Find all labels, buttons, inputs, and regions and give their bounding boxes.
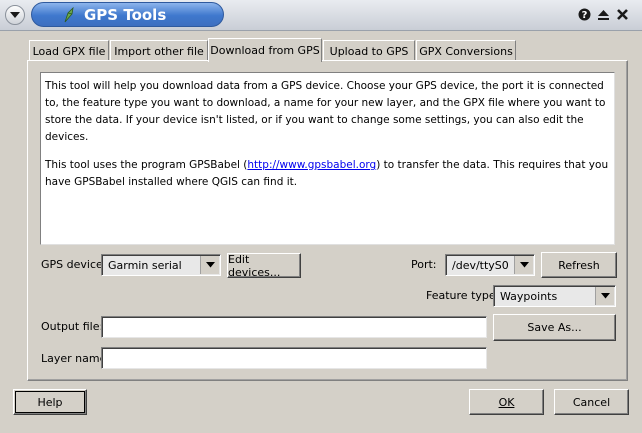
- port-combo[interactable]: /dev/ttyS0: [445, 254, 535, 276]
- question-icon: ?: [578, 8, 591, 21]
- chevron-down-icon: [200, 256, 219, 274]
- tab-label: Load GPX file: [32, 44, 106, 58]
- port-value: /dev/ttyS0: [452, 258, 509, 272]
- description-text-area: This tool will help you download data fr…: [40, 72, 615, 245]
- edit-devices-button[interactable]: Edit devices...: [227, 253, 301, 279]
- maximize-icon: [598, 10, 609, 20]
- gps-device-label: GPS device:: [41, 258, 107, 271]
- refresh-button[interactable]: Refresh: [541, 252, 617, 278]
- feature-type-value: Waypoints: [500, 289, 558, 303]
- tab-label: GPX Conversions: [419, 44, 513, 58]
- window-menu-button[interactable]: [5, 5, 25, 25]
- chevron-down-icon: [595, 287, 614, 305]
- gps-device-value: Garmin serial: [108, 258, 182, 272]
- description-paragraph: This tool uses the program GPSBabel (htt…: [45, 159, 609, 188]
- tab-load-gpx-file[interactable]: Load GPX file: [29, 40, 109, 61]
- gps-tools-icon: [64, 6, 74, 22]
- feature-type-label: Feature type:: [426, 289, 500, 302]
- tab-upload-to-gps[interactable]: Upload to GPS: [323, 40, 415, 61]
- window-title-tab: GPS Tools: [31, 2, 224, 27]
- gps-device-combo[interactable]: Garmin serial: [101, 254, 221, 276]
- output-file-label: Output file:: [41, 320, 104, 333]
- gpsbabel-link[interactable]: http://www.gpsbabel.org: [247, 159, 376, 171]
- maximize-button[interactable]: [596, 7, 611, 22]
- layer-name-label: Layer name:: [41, 352, 111, 365]
- title-bar: GPS Tools ?: [0, 0, 642, 31]
- window-title: GPS Tools: [84, 5, 167, 24]
- close-button[interactable]: [615, 7, 630, 22]
- tab-label: Import other file: [114, 44, 204, 58]
- chevron-down-icon: [10, 12, 20, 18]
- help-button[interactable]: Help: [13, 389, 87, 415]
- tab-gpx-conversions[interactable]: GPX Conversions: [416, 40, 516, 61]
- tab-label: Download from GPS: [210, 44, 320, 57]
- layer-name-input[interactable]: [101, 347, 487, 369]
- help-titlebar-button[interactable]: ?: [577, 7, 592, 22]
- cancel-button[interactable]: Cancel: [554, 389, 629, 415]
- chevron-down-icon: [514, 256, 533, 274]
- ok-button[interactable]: OK: [469, 389, 544, 415]
- svg-text:?: ?: [582, 10, 588, 21]
- feature-type-combo[interactable]: Waypoints: [493, 285, 616, 307]
- description-paragraph: This tool will help you download data fr…: [45, 80, 606, 143]
- tab-label: Upload to GPS: [329, 44, 409, 58]
- tab-download-from-gps[interactable]: Download from GPS: [208, 38, 322, 62]
- port-label: Port:: [411, 258, 437, 271]
- save-as-button[interactable]: Save As...: [493, 314, 616, 341]
- tab-import-other-file[interactable]: Import other file: [110, 40, 208, 61]
- output-file-input[interactable]: [101, 316, 487, 338]
- close-icon: [617, 9, 628, 20]
